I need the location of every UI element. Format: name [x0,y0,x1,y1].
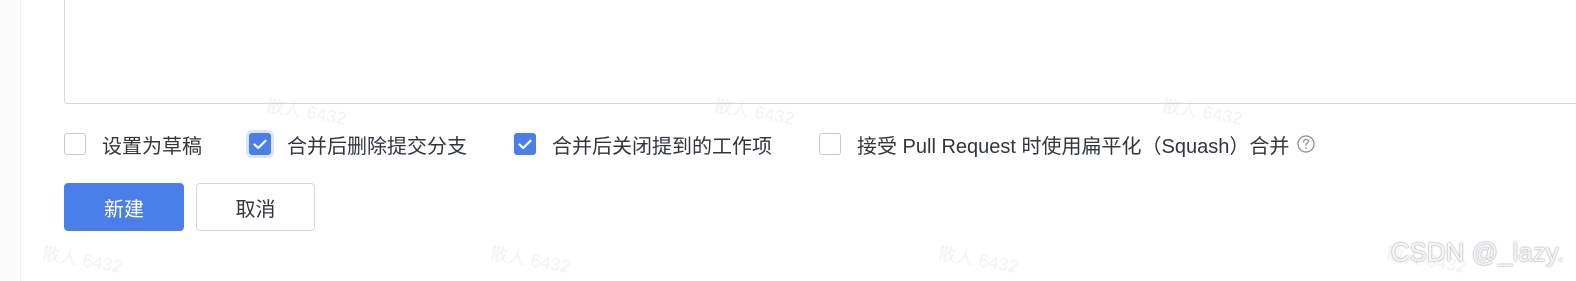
delete-branch-option[interactable]: 合并后删除提交分支 [249,130,467,159]
create-button[interactable]: 新建 [64,183,184,231]
watermark: 散人 6432 [936,243,1020,277]
question-circle-icon[interactable] [1296,134,1316,154]
watermark: 散人 6432 [488,243,572,277]
close-work-items-checkbox[interactable] [514,133,536,155]
description-textarea[interactable] [64,0,1576,104]
checkmark-icon [253,139,267,149]
left-rail [0,0,21,281]
merge-options: 设置为草稿 合并后删除提交分支 合并后关闭提到的工作项 接受 Pull Requ… [64,130,1316,158]
close-work-items-label: 合并后关闭提到的工作项 [552,135,772,158]
delete-branch-label: 合并后删除提交分支 [287,135,467,158]
draft-label: 设置为草稿 [102,135,202,158]
delete-branch-checkbox[interactable] [249,133,271,155]
cancel-button[interactable]: 取消 [196,183,315,231]
csdn-credit: CSDN @_lazy. [1390,237,1564,267]
draft-checkbox[interactable] [64,133,86,155]
page: 设置为草稿 合并后删除提交分支 合并后关闭提到的工作项 接受 Pull Requ… [0,0,1576,281]
close-work-items-option[interactable]: 合并后关闭提到的工作项 [514,130,772,159]
squash-option[interactable]: 接受 Pull Request 时使用扁平化（Squash）合并 [819,130,1316,159]
draft-option[interactable]: 设置为草稿 [64,130,202,159]
squash-label: 接受 Pull Request 时使用扁平化（Squash）合并 [857,135,1290,158]
watermark: 散人 6432 [40,243,124,277]
squash-checkbox[interactable] [819,133,841,155]
checkmark-icon [518,139,532,149]
